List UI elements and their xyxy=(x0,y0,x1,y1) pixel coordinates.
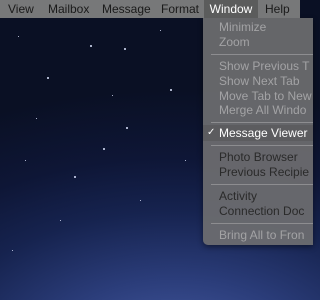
star xyxy=(25,160,26,161)
star xyxy=(112,95,113,96)
menu-separator xyxy=(211,145,313,146)
menu-item-minimize[interactable]: Minimize xyxy=(203,19,313,35)
menu-help[interactable]: Help xyxy=(260,0,295,18)
star xyxy=(47,77,49,79)
menu-item-bring-all-to-front[interactable]: Bring All to Fron xyxy=(203,227,313,243)
star xyxy=(126,127,128,129)
menu-separator xyxy=(211,122,313,123)
menu-mailbox[interactable]: Mailbox xyxy=(43,0,94,18)
star xyxy=(103,148,105,150)
menu-item-previous-recipients[interactable]: Previous Recipie xyxy=(203,164,313,180)
menu-item-merge-all-windows[interactable]: Merge All Windo xyxy=(203,102,313,118)
menu-item-label: Message Viewer xyxy=(219,126,308,140)
star xyxy=(90,45,92,47)
menu-item-photo-browser[interactable]: Photo Browser xyxy=(203,149,313,165)
window-menu-dropdown: Minimize Zoom Show Previous T Show Next … xyxy=(203,18,313,245)
menu-bar: View Mailbox Message Format Window Help xyxy=(0,0,300,18)
menu-format[interactable]: Format xyxy=(156,0,204,18)
menu-window[interactable]: Window xyxy=(204,0,258,18)
menu-separator xyxy=(211,184,313,185)
check-icon: ✓ xyxy=(207,127,216,138)
menu-item-message-viewer[interactable]: ✓ Message Viewer xyxy=(203,125,313,141)
menu-separator xyxy=(211,223,313,224)
star xyxy=(36,118,37,119)
menu-item-zoom[interactable]: Zoom xyxy=(203,34,313,50)
star xyxy=(12,250,13,251)
menu-item-connection-doctor[interactable]: Connection Doc xyxy=(203,203,313,219)
star xyxy=(18,36,19,37)
star xyxy=(124,48,126,50)
menu-item-show-next-tab[interactable]: Show Next Tab xyxy=(203,73,313,89)
star xyxy=(60,220,61,221)
menu-item-show-previous-tab[interactable]: Show Previous T xyxy=(203,58,313,74)
star xyxy=(74,176,76,178)
menu-view[interactable]: View xyxy=(3,0,39,18)
menu-separator xyxy=(211,54,313,55)
star xyxy=(160,30,161,31)
star xyxy=(185,160,186,161)
star xyxy=(140,200,141,201)
menu-message[interactable]: Message xyxy=(97,0,156,18)
star xyxy=(170,89,172,91)
menu-item-activity[interactable]: Activity xyxy=(203,188,313,204)
